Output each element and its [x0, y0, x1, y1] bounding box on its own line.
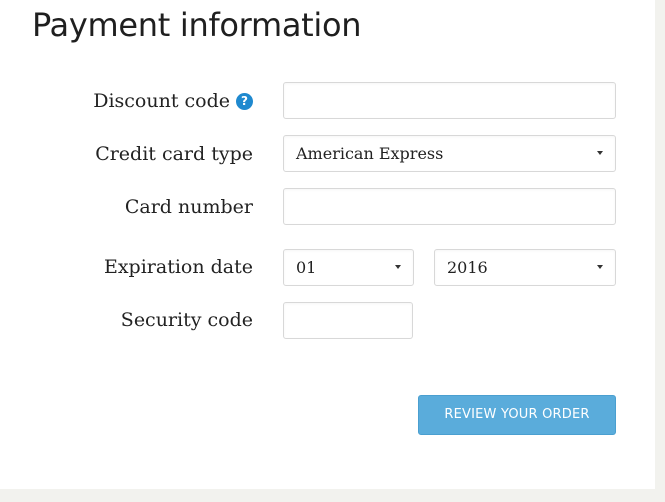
chevron-down-icon [395, 265, 401, 269]
expiration-date-label: Expiration date [103, 256, 253, 278]
chevron-down-icon [597, 151, 603, 155]
review-order-button[interactable]: REVIEW YOUR ORDER [418, 395, 616, 435]
question-circle-icon[interactable]: ? [236, 92, 253, 110]
credit-card-type-label: Credit card type [95, 143, 253, 165]
security-code-label: Security code [120, 309, 253, 331]
card-number-label: Card number [124, 196, 253, 218]
credit-card-type-value: American Express [296, 144, 444, 163]
credit-card-type-select[interactable]: American Express [283, 135, 616, 172]
discount-code-label: Discount code [93, 90, 230, 112]
expiration-year-select[interactable]: 2016 [434, 249, 616, 286]
discount-code-label-row: Discount code ? [93, 89, 253, 113]
expiration-month-value: 01 [296, 258, 317, 277]
page-title: Payment information [32, 6, 362, 44]
expiration-year-value: 2016 [447, 258, 488, 277]
discount-code-input[interactable] [283, 82, 616, 119]
chevron-down-icon [597, 265, 603, 269]
payment-panel: Payment information Discount code ? Cred… [0, 0, 655, 489]
security-code-input[interactable] [283, 302, 413, 339]
card-number-input[interactable] [283, 188, 616, 225]
expiration-month-select[interactable]: 01 [283, 249, 414, 286]
